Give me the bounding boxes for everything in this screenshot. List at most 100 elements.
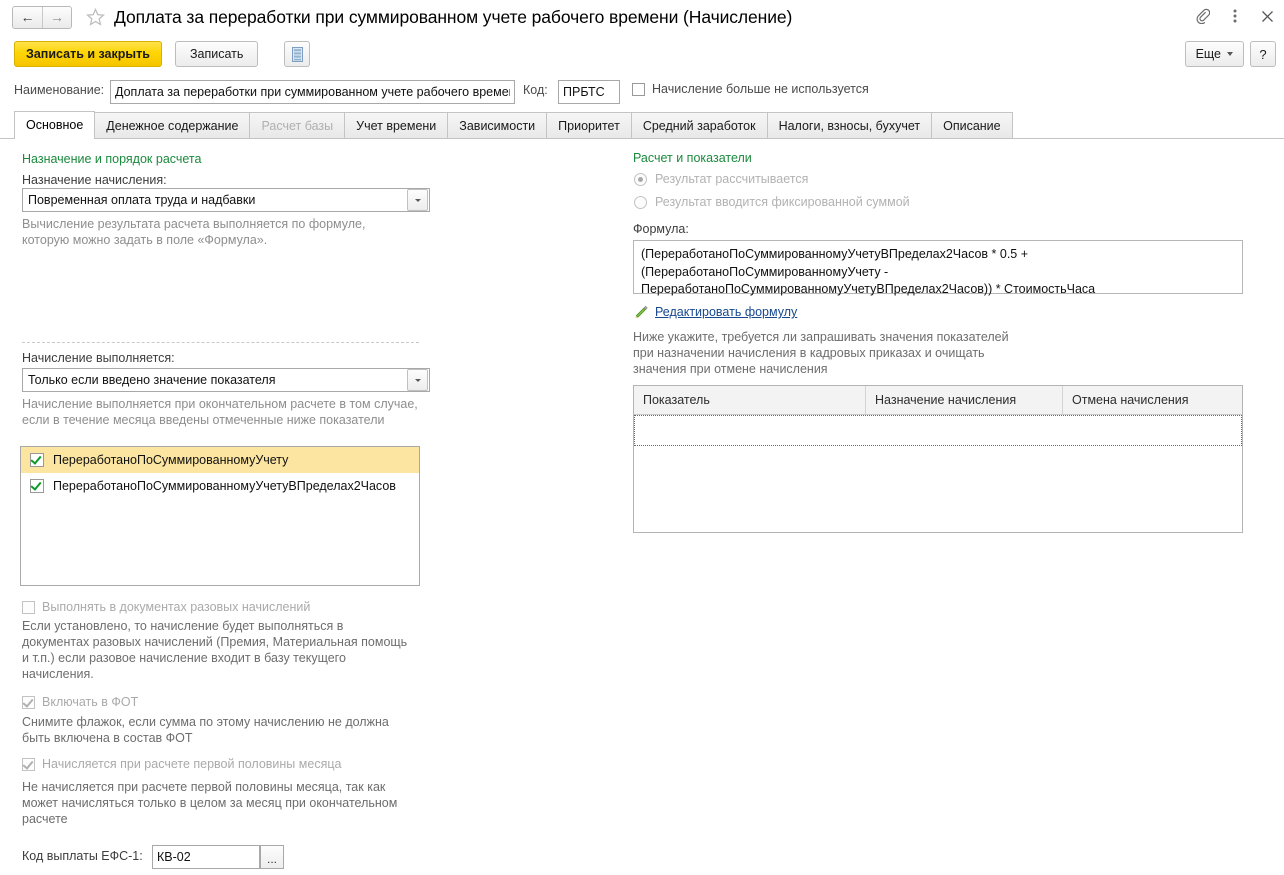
indicator-checkbox[interactable] [30, 479, 44, 493]
tab-sredniy-zarabotok[interactable]: Средний заработок [630, 112, 768, 138]
radio-calculated-row: Результат рассчитывается [634, 172, 808, 186]
section-divider [22, 342, 419, 343]
code-field-label: Код: [523, 83, 548, 97]
fot-hint-line-2: быть включена в состав ФОТ [22, 731, 193, 745]
performed-field-label: Начисление выполняется: [22, 351, 175, 365]
star-icon[interactable] [84, 6, 106, 28]
close-icon[interactable] [1258, 6, 1276, 26]
more-menu-label: Еще [1195, 47, 1221, 61]
tab-opisanie[interactable]: Описание [931, 112, 1013, 138]
right-pane: Расчет и показатели Результат рассчитыва… [628, 146, 1268, 875]
obsolete-label: Начисление больше не используется [652, 82, 869, 96]
table-header-assignment[interactable]: Назначение начисления [866, 386, 1063, 414]
more-menu-button[interactable]: Еще [1184, 41, 1244, 67]
pencil-icon [634, 305, 648, 319]
tab-strip: Основное Денежное содержание Расчет базы… [0, 111, 1284, 139]
purpose-combobox-value: Повременная оплата труда и надбавки [28, 193, 256, 207]
indicators-table-hint-line-2: при назначении начисления в кадровых при… [633, 346, 985, 360]
edit-formula-link-row[interactable]: Редактировать формулу [634, 305, 797, 319]
indicators-table-hint: Ниже укажите, требуется ли запрашивать з… [633, 329, 1103, 377]
performed-hint-line-1: Начисление выполняется при окончательном… [22, 397, 418, 411]
performed-hint: Начисление выполняется при окончательном… [22, 396, 452, 428]
purpose-hint: Вычисление результата расчета выполняетс… [22, 216, 442, 248]
table-header-cancellation[interactable]: Отмена начисления [1063, 386, 1242, 414]
navigation-buttons: ← → [12, 5, 72, 29]
indicators-checklist[interactable]: ПереработаноПоСуммированномуУчету Перера… [20, 446, 420, 586]
tab-prioritet[interactable]: Приоритет [546, 112, 632, 138]
save-and-close-button[interactable]: Записать и закрыть [14, 41, 162, 67]
efs-code-input[interactable] [152, 845, 260, 869]
fot-hint: Снимите флажок, если сумма по этому начи… [22, 714, 462, 746]
onetime-hint-line-3: и т.п.) если разовое начисление входит в… [22, 651, 346, 665]
first-half-hint-line-2: может начисляться только в целом за меся… [22, 796, 398, 810]
kebab-menu-icon[interactable] [1226, 6, 1244, 26]
list-report-icon[interactable] [284, 41, 310, 67]
indicators-table-hint-line-3: значения при отмене начисления [633, 362, 828, 376]
onetime-hint-line-2: документах разовых начислений (Премия, М… [22, 635, 408, 649]
first-half-label: Начисляется при расчете первой половины … [42, 757, 342, 771]
onetime-hint-line-1: Если установлено, то начисление будет вы… [22, 619, 344, 633]
table-row[interactable] [634, 415, 1242, 446]
page-title: Доплата за переработки при суммированном… [114, 6, 793, 27]
left-pane: Назначение и порядок расчета Назначение … [0, 146, 614, 875]
tab-raschet-bazy: Расчет базы [249, 112, 346, 138]
edit-formula-link[interactable]: Редактировать формулу [655, 305, 797, 319]
tab-nalogi-vznosy-buhuchet[interactable]: Налоги, взносы, бухучет [766, 112, 933, 138]
purpose-group-title: Назначение и порядок расчета [22, 152, 202, 166]
performed-combobox-value: Только если введено значение показателя [28, 373, 276, 387]
radio-fixed-label: Результат вводится фиксированной суммой [655, 195, 910, 209]
table-header-indicator[interactable]: Показатель [634, 386, 866, 414]
purpose-dropdown-button[interactable] [407, 189, 428, 211]
fot-label: Включать в ФОТ [42, 695, 139, 709]
obsolete-checkbox[interactable] [632, 82, 645, 96]
purpose-hint-line-2: которую можно задать в поле «Формула». [22, 233, 268, 247]
name-input[interactable] [110, 80, 515, 104]
radio-fixed-row: Результат вводится фиксированной суммой [634, 195, 910, 209]
formula-field-label: Формула: [633, 222, 689, 236]
code-input[interactable] [558, 80, 620, 104]
radio-calculated [634, 172, 647, 186]
tab-denezhnoe-soderzhanie[interactable]: Денежное содержание [94, 112, 251, 138]
formula-line-3: ПереработаноПоСуммированномуУчетуВПредел… [641, 282, 1096, 296]
onetime-hint: Если установлено, то начисление будет вы… [22, 618, 462, 682]
arrow-right-icon[interactable]: → [42, 6, 71, 28]
performed-hint-line-2: если в течение месяца введены отмеченные… [22, 413, 385, 427]
tab-osnovnoe[interactable]: Основное [14, 111, 96, 139]
save-button[interactable]: Записать [175, 41, 259, 67]
name-field-label: Наименование: [14, 83, 105, 97]
performed-dropdown-button[interactable] [407, 369, 428, 391]
formula-textarea[interactable]: (ПереработаноПоСуммированномуУчетуВПреде… [633, 240, 1243, 296]
radio-calculated-label: Результат рассчитывается [655, 172, 809, 186]
tab-zavisimosti[interactable]: Зависимости [447, 112, 548, 138]
arrow-left-icon[interactable]: ← [13, 6, 42, 28]
list-item[interactable]: ПереработаноПоСуммированномуУчетуВПредел… [21, 473, 419, 499]
formula-line-2: (ПереработаноПоСуммированномуУчету - [641, 264, 889, 279]
efs-field-label: Код выплаты ЕФС-1: [22, 849, 143, 863]
window-icon-group [1194, 6, 1276, 26]
purpose-field-label: Назначение начисления: [22, 173, 167, 187]
ellipsis-choose-icon[interactable]: ... [260, 845, 284, 869]
indicators-table[interactable]: Показатель Назначение начисления Отмена … [633, 385, 1243, 533]
chevron-down-icon [414, 378, 421, 382]
help-button[interactable]: ? [1250, 41, 1276, 67]
indicators-table-hint-line-1: Ниже укажите, требуется ли запрашивать з… [633, 330, 1009, 344]
performed-combobox[interactable]: Только если введено значение показателя [22, 368, 430, 392]
table-header-row: Показатель Назначение начисления Отмена … [634, 386, 1242, 415]
radio-fixed [634, 195, 647, 209]
chevron-down-icon [414, 198, 421, 202]
first-half-checkbox [22, 757, 35, 771]
tab-uchet-vremeni[interactable]: Учет времени [344, 112, 449, 138]
paperclip-icon[interactable] [1194, 6, 1212, 26]
command-bar: Записать и закрыть Записать Еще ? [0, 38, 1284, 72]
chevron-down-icon [1227, 52, 1233, 56]
onetime-checkbox [22, 600, 35, 614]
header-fields: Наименование: Код: Начисление больше не … [0, 78, 1284, 104]
list-item[interactable]: ПереработаноПоСуммированномуУчету [21, 447, 419, 473]
obsolete-checkbox-row[interactable]: Начисление больше не используется [632, 82, 869, 96]
onetime-checkbox-row: Выполнять в документах разовых начислени… [22, 600, 310, 614]
onetime-hint-line-4: начисления. [22, 667, 94, 681]
indicator-checkbox[interactable] [30, 453, 44, 467]
table-body [634, 415, 1242, 446]
purpose-combobox[interactable]: Повременная оплата труда и надбавки [22, 188, 430, 212]
purpose-hint-line-1: Вычисление результата расчета выполняетс… [22, 217, 366, 231]
